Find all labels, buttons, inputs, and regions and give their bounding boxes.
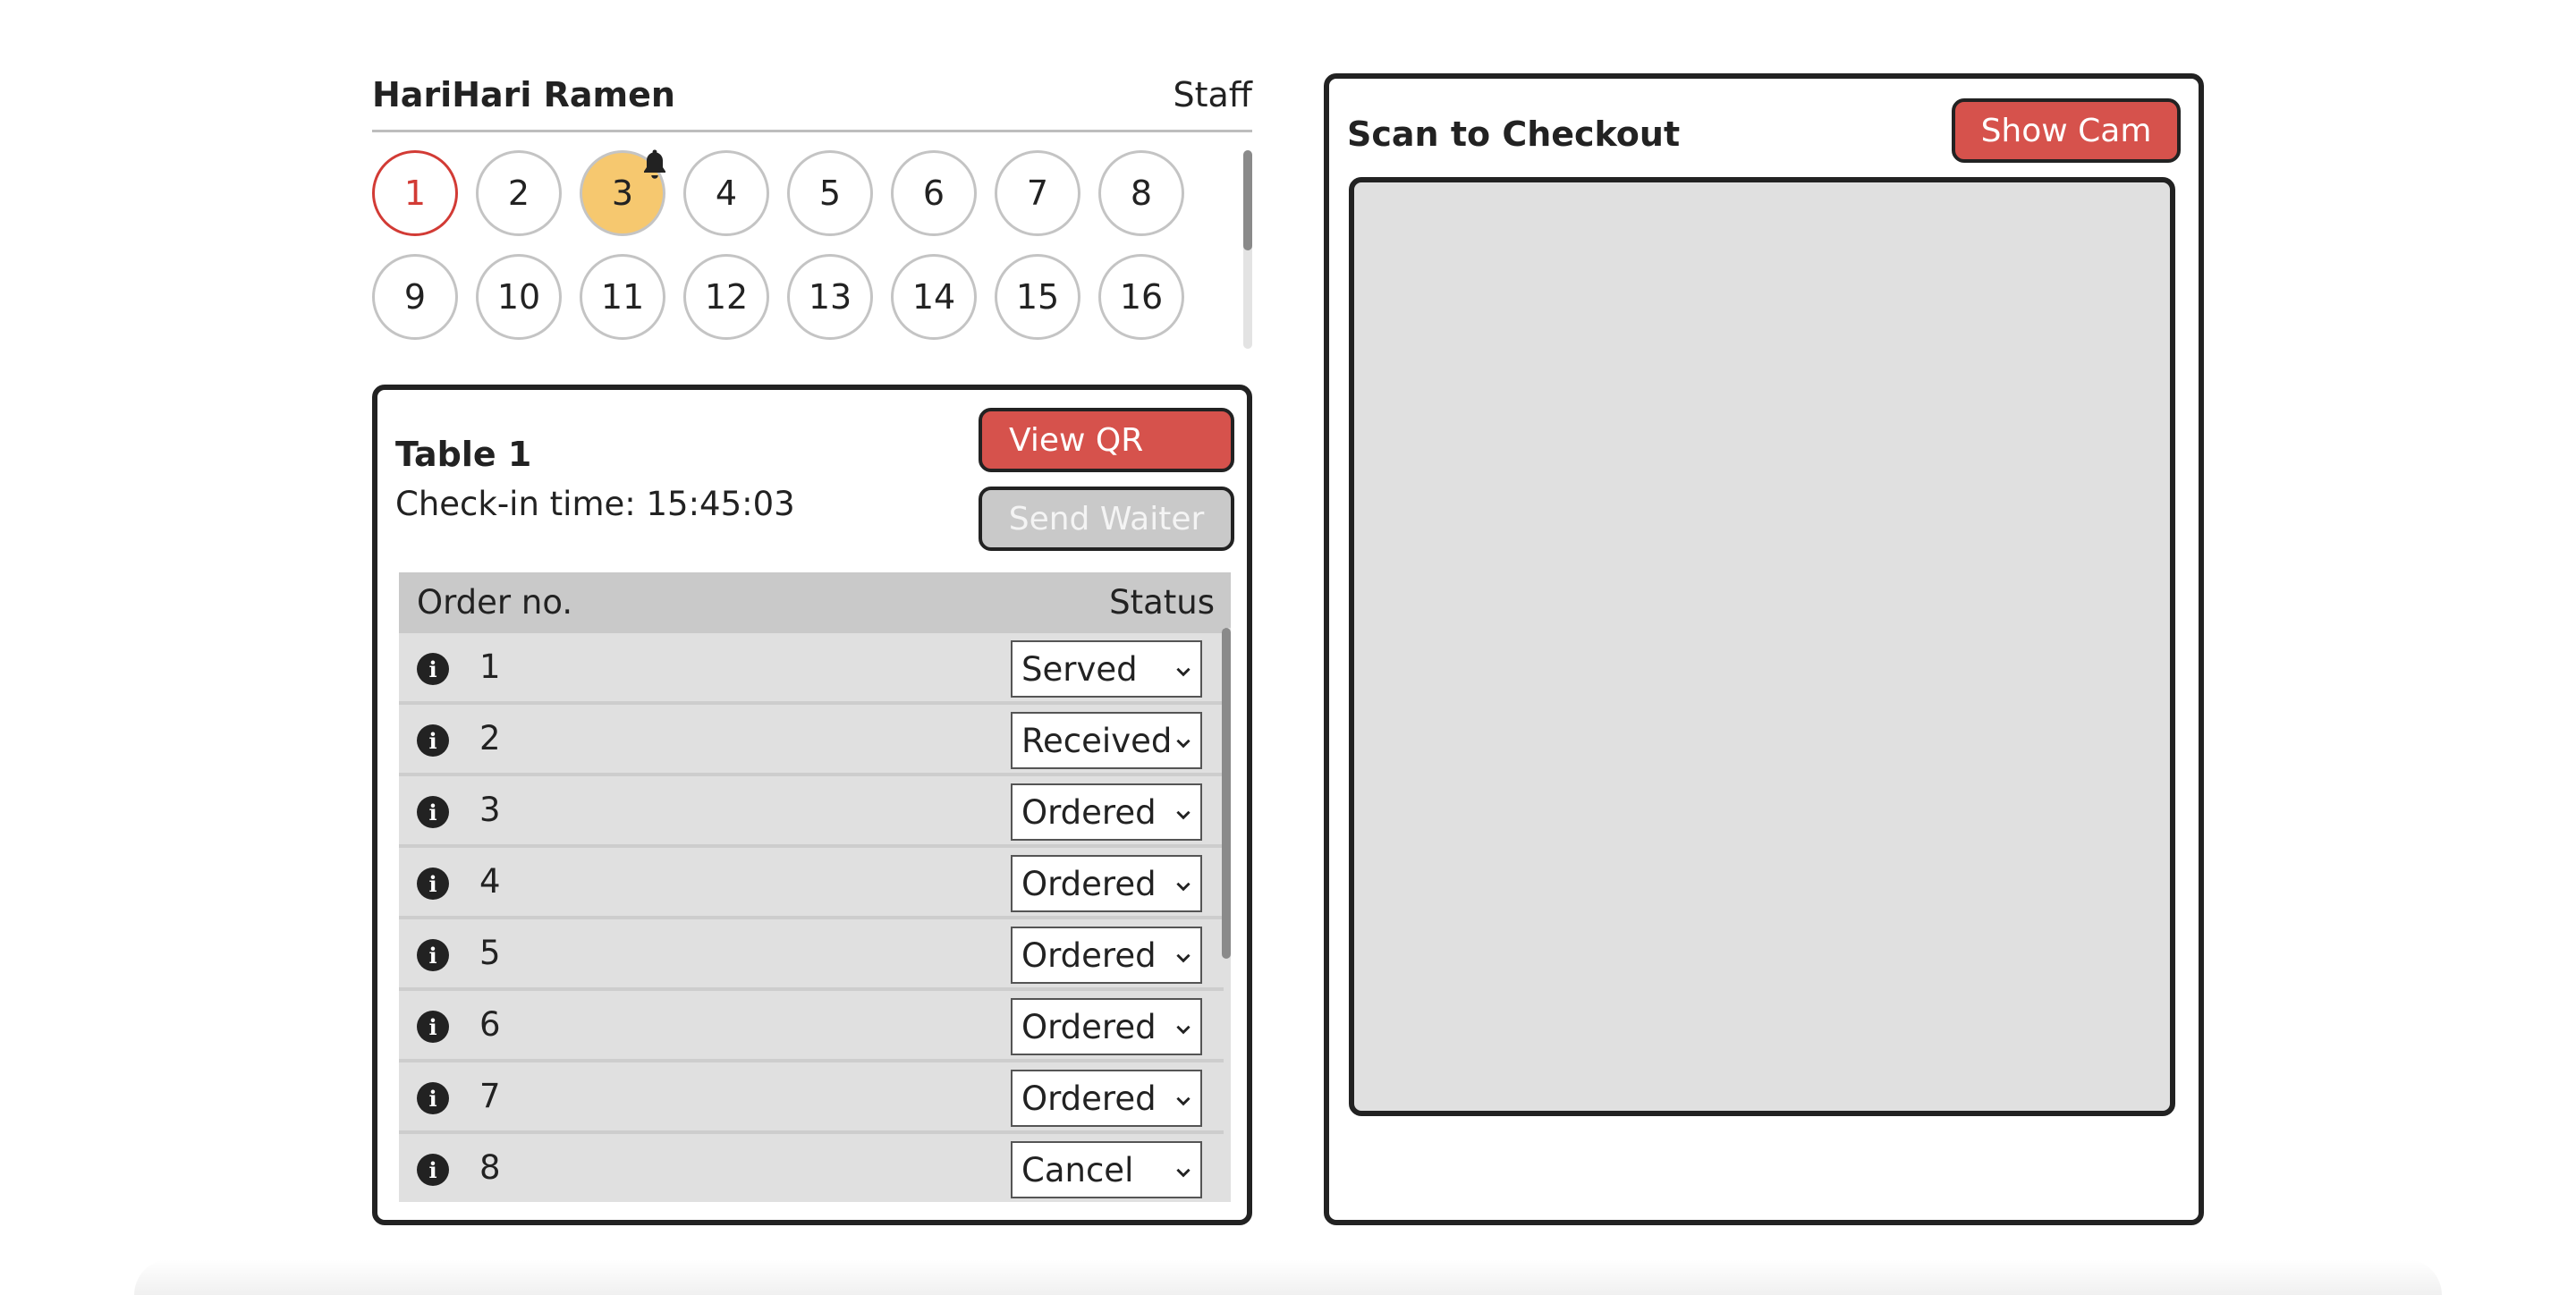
table-button-13[interactable]: 13 bbox=[787, 254, 873, 340]
order-no-column-header: Order no. bbox=[417, 583, 573, 622]
orders-table-header: Order no. Status bbox=[399, 572, 1231, 633]
table-selector-grid: 1 2 3 4 5 6 7 8 9 10 11 12 13 14 15 16 bbox=[372, 150, 1195, 347]
orders-scrollbar-thumb[interactable] bbox=[1222, 628, 1231, 959]
order-number: 3 bbox=[479, 791, 501, 829]
checkin-label: Check-in time: bbox=[395, 485, 647, 523]
order-status-value: Served bbox=[1021, 649, 1138, 689]
chevron-down-icon bbox=[1176, 739, 1191, 749]
order-status-value: Ordered bbox=[1021, 864, 1157, 903]
order-number: 5 bbox=[479, 934, 501, 972]
camera-preview-area bbox=[1349, 177, 2175, 1116]
order-status-select[interactable]: Ordered bbox=[1011, 855, 1202, 912]
checkin-info: Check-in time: 15:45:03 bbox=[395, 485, 795, 523]
order-status-select[interactable]: Cancel bbox=[1011, 1141, 1202, 1198]
order-status-value: Cancel bbox=[1021, 1150, 1134, 1189]
checkin-time: 15:45:03 bbox=[646, 485, 795, 523]
order-row: i 8 Cancel bbox=[399, 1134, 1231, 1202]
chevron-down-icon bbox=[1176, 667, 1191, 677]
info-icon[interactable]: i bbox=[417, 1082, 449, 1114]
brand-name: HariHari Ramen bbox=[372, 75, 675, 114]
order-status-select[interactable]: Ordered bbox=[1011, 998, 1202, 1055]
chevron-down-icon bbox=[1176, 810, 1191, 820]
table-title: Table 1 bbox=[395, 435, 532, 474]
order-number: 1 bbox=[479, 648, 501, 686]
orders-table-body: i 1 Served i 2 Received i 3 Ordered i 4 Ordered i 5 Or… bbox=[399, 633, 1231, 1202]
info-icon[interactable]: i bbox=[417, 868, 449, 900]
info-icon[interactable]: i bbox=[417, 724, 449, 757]
order-number: 8 bbox=[479, 1148, 501, 1187]
table-button-5[interactable]: 5 bbox=[787, 150, 873, 236]
order-status-value: Received bbox=[1021, 721, 1173, 760]
table-button-2[interactable]: 2 bbox=[476, 150, 562, 236]
info-icon[interactable]: i bbox=[417, 1011, 449, 1043]
order-number: 6 bbox=[479, 1005, 501, 1044]
info-icon[interactable]: i bbox=[417, 796, 449, 828]
table-button-6[interactable]: 6 bbox=[891, 150, 977, 236]
order-number: 4 bbox=[479, 862, 501, 901]
table-button-15[interactable]: 15 bbox=[995, 254, 1080, 340]
order-row: i 6 Ordered bbox=[399, 991, 1231, 1062]
chevron-down-icon bbox=[1176, 1025, 1191, 1035]
status-column-header: Status bbox=[1109, 583, 1215, 622]
order-number: 7 bbox=[479, 1077, 501, 1115]
order-row: i 3 Ordered bbox=[399, 776, 1231, 848]
order-status-value: Ordered bbox=[1021, 935, 1157, 975]
orders-table: Order no. Status i 1 Served i 2 Received i 3 Ord… bbox=[399, 572, 1231, 1202]
order-row: i 5 Ordered bbox=[399, 919, 1231, 991]
table-button-9[interactable]: 9 bbox=[372, 254, 458, 340]
table-button-7[interactable]: 7 bbox=[995, 150, 1080, 236]
table-grid-scrollbar-thumb[interactable] bbox=[1243, 150, 1252, 250]
table-button-11[interactable]: 11 bbox=[580, 254, 665, 340]
order-status-select[interactable]: Received bbox=[1011, 712, 1202, 769]
table-button-4[interactable]: 4 bbox=[683, 150, 769, 236]
page-bottom-shadow bbox=[134, 1259, 2442, 1295]
table-button-8[interactable]: 8 bbox=[1098, 150, 1184, 236]
send-waiter-button[interactable]: Send Waiter bbox=[979, 487, 1234, 551]
chevron-down-icon bbox=[1176, 1096, 1191, 1106]
app-header: HariHari Ramen Staff bbox=[372, 70, 1252, 132]
show-cam-button[interactable]: Show Cam bbox=[1952, 98, 2181, 163]
table-button-12[interactable]: 12 bbox=[683, 254, 769, 340]
table-button-10[interactable]: 10 bbox=[476, 254, 562, 340]
chevron-down-icon bbox=[1176, 882, 1191, 892]
order-status-select[interactable]: Ordered bbox=[1011, 1070, 1202, 1127]
order-row: i 1 Served bbox=[399, 633, 1231, 705]
order-status-select[interactable]: Ordered bbox=[1011, 783, 1202, 841]
chevron-down-icon bbox=[1176, 1168, 1191, 1178]
order-status-value: Ordered bbox=[1021, 792, 1157, 832]
order-status-value: Ordered bbox=[1021, 1007, 1157, 1046]
order-row: i 7 Ordered bbox=[399, 1062, 1231, 1134]
role-label: Staff bbox=[1173, 75, 1253, 114]
info-icon[interactable]: i bbox=[417, 653, 449, 685]
bell-icon bbox=[644, 149, 665, 179]
order-status-select[interactable]: Ordered bbox=[1011, 927, 1202, 984]
view-qr-button[interactable]: View QR bbox=[979, 408, 1234, 472]
table-detail-panel: Table 1 Check-in time: 15:45:03 View QR … bbox=[372, 385, 1252, 1225]
info-icon[interactable]: i bbox=[417, 1154, 449, 1186]
table-button-16[interactable]: 16 bbox=[1098, 254, 1184, 340]
checkout-title: Scan to Checkout bbox=[1347, 114, 1681, 154]
order-status-value: Ordered bbox=[1021, 1079, 1157, 1118]
order-number: 2 bbox=[479, 719, 501, 758]
checkout-panel: Scan to Checkout Show Cam bbox=[1324, 73, 2204, 1225]
order-row: i 2 Received bbox=[399, 705, 1231, 776]
order-row: i 4 Ordered bbox=[399, 848, 1231, 919]
table-button-1[interactable]: 1 bbox=[372, 150, 458, 236]
chevron-down-icon bbox=[1176, 953, 1191, 963]
info-icon[interactable]: i bbox=[417, 939, 449, 971]
table-button-14[interactable]: 14 bbox=[891, 254, 977, 340]
order-status-select[interactable]: Served bbox=[1011, 640, 1202, 698]
